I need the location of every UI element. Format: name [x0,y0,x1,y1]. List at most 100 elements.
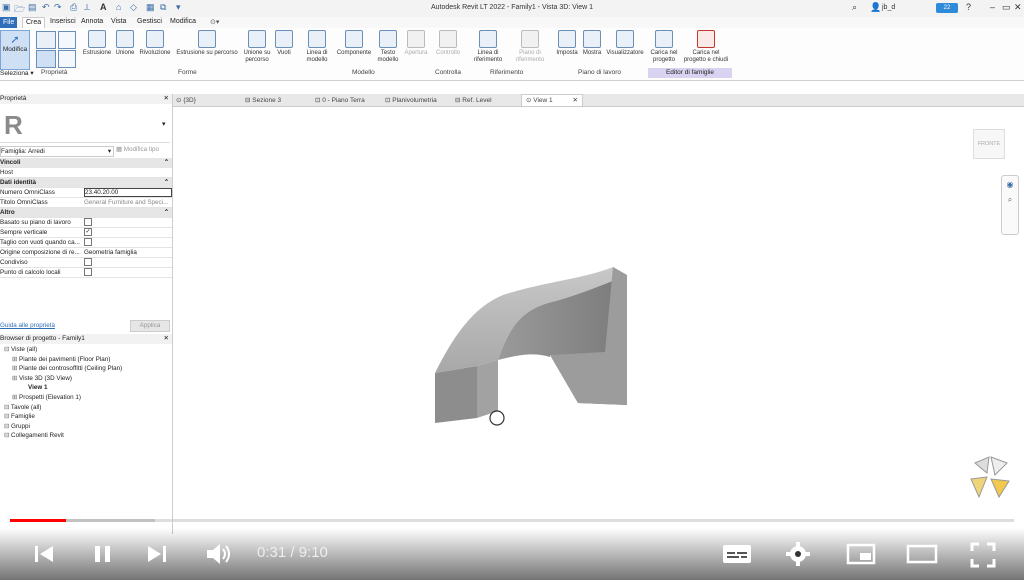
progress-track[interactable] [10,519,1014,522]
pause-icon[interactable] [92,543,114,565]
browser-item[interactable]: View 1 [28,384,48,391]
property-row[interactable]: Titolo OmniClass General Furniture and Sp… [0,198,172,208]
extrusion-button[interactable]: Estrusione [80,30,114,57]
swept-blend-button[interactable]: Unione su percorso [240,30,274,64]
user-name[interactable]: jb_d [882,4,895,11]
collapse-icon[interactable]: ⌃ [164,158,169,167]
edit-type-button[interactable]: ▦ Modifica tipo [116,146,159,153]
expand-icon[interactable]: ⊞ [12,375,19,382]
browser-item[interactable]: ⊟ Tavole (all) [4,404,41,411]
opening-button[interactable]: Apertura [402,30,430,57]
user-icon[interactable]: 👤 [870,2,881,13]
expand-icon[interactable]: ⊞ [12,365,19,372]
steering-wheel-icon[interactable]: ◉ [1002,180,1018,189]
collapse-icon[interactable]: ⌃ [164,208,169,217]
revit-links-icon[interactable]: ⊟ [4,432,11,439]
revolve-button[interactable]: Rivoluzione [138,30,172,57]
help-icon[interactable]: ? [966,2,971,12]
expand-icon[interactable]: ⊞ [12,356,19,363]
property-value[interactable] [84,218,170,227]
previous-icon[interactable] [33,543,55,565]
subtitles-icon[interactable] [722,543,752,565]
property-section-header[interactable]: Vincoli ⌃ [0,158,172,168]
property-row[interactable]: Numero OmniClass 23.40.20.00 [0,188,172,198]
ref-plane-button[interactable]: Piano di riferimento [510,30,550,64]
void-button[interactable]: Vuoti [273,30,295,57]
property-row[interactable]: Taglio con vuoti quando ca... [0,238,172,248]
menu-file[interactable]: File [0,17,18,28]
set-workplane-button[interactable]: Imposta [554,30,580,57]
menu-inserisci[interactable]: Inserisci [50,18,76,25]
checkbox-icon[interactable] [84,258,92,266]
property-value[interactable]: General Furniture and Speci... [84,198,170,207]
modify-button[interactable]: ➚ Modifica [0,30,30,70]
apply-button[interactable]: Applica [130,320,170,332]
sheets-icon[interactable]: ⊟ [4,404,11,411]
family-filter-dropdown[interactable]: Famiglia: Arredi ▾ [0,146,114,157]
property-row[interactable]: Origine composizione di re... Geometria f… [0,248,172,258]
ref-line-button[interactable]: Linea di riferimento [466,30,510,64]
checkbox-icon[interactable] [84,238,92,246]
tab-ref-level[interactable]: ⊟ Ref. Level [455,96,492,104]
zoom-icon[interactable]: ⌕ [1002,195,1018,205]
fullscreen-icon[interactable] [970,542,996,568]
property-row[interactable]: Basato su piano di lavoro [0,218,172,228]
groups-icon[interactable]: ⊟ [4,423,11,430]
tab-planivolumetria[interactable]: ⊡ Planivolumetria [385,96,437,104]
property-row[interactable]: Condiviso [0,258,172,268]
type-selector[interactable]: R ▾ [0,106,170,143]
tab-view-1[interactable]: ⊙ View 1 ✕ [521,94,583,106]
browser-item[interactable]: ⊟ Famiglie [4,413,35,420]
tab-3d[interactable]: ⊙ {3D} [176,96,196,104]
browser-item[interactable]: ⊟ Gruppi [4,423,30,430]
type-properties-button[interactable] [58,50,76,68]
expand-icon[interactable]: ⊞ [12,394,19,401]
property-value[interactable] [84,258,170,267]
menu-annota[interactable]: Annota [81,18,103,25]
property-value[interactable]: ✓ [84,228,170,237]
close-browser-icon[interactable]: ✕ [164,334,169,344]
theater-mode-icon[interactable] [906,543,938,565]
browser-item[interactable]: ⊟ Collegamenti Revit [4,432,64,439]
family-category-button[interactable] [36,50,56,68]
miniplayer-icon[interactable] [846,543,876,565]
property-row[interactable]: Host [0,168,172,178]
browser-item[interactable]: ⊞ Prospetti (Elevation 1) [12,394,81,401]
browser-item[interactable]: ⊞ Viste 3D (3D View) [12,375,72,382]
menu-vista[interactable]: Vista [111,18,126,25]
property-row[interactable]: Punto di calcolo locali [0,268,172,278]
browser-item[interactable]: ⊞ Piante dei controsoffitti (Ceiling Pla… [12,365,122,372]
minimize-icon[interactable]: – [990,2,995,12]
load-and-close-button[interactable]: Carica nel progetto e chiudi [682,30,730,64]
view-cube[interactable]: FRONTE [973,129,1005,159]
property-value[interactable] [84,268,170,277]
model-line-button[interactable]: Linea di modello [300,30,334,64]
maximize-icon[interactable]: ▭ [1002,2,1011,13]
views-icon[interactable]: ⊟ [4,346,11,353]
tab-piano-terra[interactable]: ⊡ 0 - Piano Terra [315,96,365,104]
menu-modifica[interactable]: Modifica [170,18,196,25]
collapse-icon[interactable]: ⌃ [164,178,169,187]
component-button[interactable]: Componente [334,30,374,57]
family-types-button[interactable] [58,31,76,49]
control-button[interactable]: Controllo [432,30,464,57]
load-into-project-button[interactable]: Carica nel progetto [648,30,680,64]
tab-sezione-3[interactable]: ⊟ Sezione 3 [245,96,281,104]
property-value[interactable]: 23.40.20.00 [84,188,172,197]
browser-item[interactable]: ⊞ Piante dei pavimenti (Floor Plan) [12,356,110,363]
settings-gear-icon[interactable] [785,541,811,567]
show-workplane-button[interactable]: Mostra [580,30,604,57]
properties-button[interactable] [36,31,56,49]
checkbox-icon[interactable] [84,268,92,276]
next-icon[interactable] [146,543,168,565]
menu-gestisci[interactable]: Gestisci [137,18,162,25]
close-icon[interactable]: ✕ [1014,2,1022,13]
sweep-button[interactable]: Estrusione su percorso [174,30,240,57]
navigation-bar[interactable]: ◉ ⌕ [1001,175,1019,235]
close-properties-icon[interactable]: ✕ [164,94,169,104]
notifications-badge[interactable]: 22 [936,3,958,13]
blend-button[interactable]: Unione [113,30,137,57]
checkbox-checked-icon[interactable]: ✓ [84,228,92,236]
property-section-header[interactable]: Dati identità ⌃ [0,178,172,188]
property-section-header[interactable]: Altro ⌃ [0,208,172,218]
